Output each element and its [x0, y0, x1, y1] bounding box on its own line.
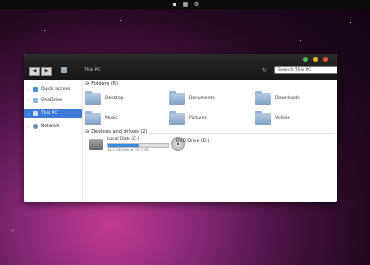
folders-header-label: Folders (6) [91, 81, 118, 87]
network-icon [33, 124, 38, 129]
chevron-right-icon[interactable]: › [28, 96, 30, 105]
devices-section-header[interactable]: ⊖ Devices and drives (2) [85, 129, 147, 136]
explorer-window: ◀ ▶ This PC ↻ Search This PC ⌕ › Quick a… [24, 54, 337, 202]
section-divider [149, 133, 334, 134]
star-icon [33, 87, 38, 92]
folder-label: Pictures [189, 116, 207, 121]
chevron-right-icon[interactable]: › [28, 109, 30, 118]
star [44, 30, 45, 31]
local-disk-label[interactable]: Local Disk (C:) [107, 137, 139, 142]
chevron-right-icon[interactable]: › [28, 122, 30, 131]
apps-icon[interactable]: ▦ [182, 1, 189, 8]
folder-label: Documents [189, 96, 215, 101]
sidebar-item-label: This PC [41, 111, 58, 116]
star [120, 20, 121, 21]
folder-icon [169, 111, 185, 125]
settings-icon[interactable]: ⚙ [193, 1, 200, 8]
sidebar-item-network[interactable]: › Network [24, 122, 82, 131]
collapse-icon[interactable]: ⊖ [85, 81, 89, 87]
star [350, 22, 351, 23]
cloud-icon [33, 98, 38, 103]
folder-label: Downloads [275, 96, 300, 101]
chevron-right-icon[interactable]: › [28, 85, 30, 94]
sidebar-item-quick-access[interactable]: › Quick access [24, 85, 82, 94]
title-bar: ◀ ▶ This PC ↻ Search This PC ⌕ [24, 54, 337, 80]
computer-icon [61, 67, 67, 73]
navigation-pane: › Quick access › OneDrive › This PC › Ne… [24, 80, 83, 202]
collapse-icon[interactable]: ⊖ [85, 129, 89, 135]
folder-icon [169, 91, 185, 105]
hard-drive-icon[interactable] [89, 139, 103, 150]
folder-label: Videos [275, 116, 290, 121]
folder-icon [255, 91, 271, 105]
minimize-button[interactable] [313, 57, 318, 62]
folder-icon [85, 91, 101, 105]
search-placeholder: Search This PC [278, 68, 312, 73]
sidebar-item-onedrive[interactable]: › OneDrive [24, 96, 82, 105]
sidebar-item-label: Quick access [41, 87, 71, 92]
close-button[interactable] [303, 57, 308, 62]
sidebar-item-label: Network [41, 124, 60, 129]
folder-label: Music [105, 116, 118, 121]
folders-section-header[interactable]: ⊖ Folders (6) [85, 81, 118, 88]
star [300, 40, 301, 41]
address-bar[interactable]: This PC [84, 67, 100, 74]
folder-label: Desktop [105, 96, 124, 101]
computer-icon [33, 111, 38, 116]
maximize-button[interactable] [323, 57, 328, 62]
devices-header-label: Devices and drives (2) [91, 129, 148, 135]
back-button[interactable]: ◀ [29, 67, 40, 76]
desktop-top-bar: ▪ ▦ ⚙ [0, 0, 370, 9]
disk-usage-fill [108, 144, 139, 147]
star [12, 230, 13, 231]
folder-icon [255, 111, 271, 125]
local-disk-free-space: 34.2 GB free of 70.1 GB [107, 148, 149, 152]
dvd-drive-label[interactable]: DVD Drive (D:) [176, 139, 209, 144]
finder-icon[interactable]: ▪ [171, 1, 178, 8]
folder-icon [85, 111, 101, 125]
refresh-icon[interactable]: ↻ [262, 67, 267, 74]
sidebar-item-label: OneDrive [41, 98, 63, 103]
forward-button[interactable]: ▶ [41, 67, 52, 76]
sidebar-item-this-pc[interactable]: › This PC [24, 109, 82, 118]
search-input[interactable]: Search This PC ⌕ [274, 66, 337, 74]
